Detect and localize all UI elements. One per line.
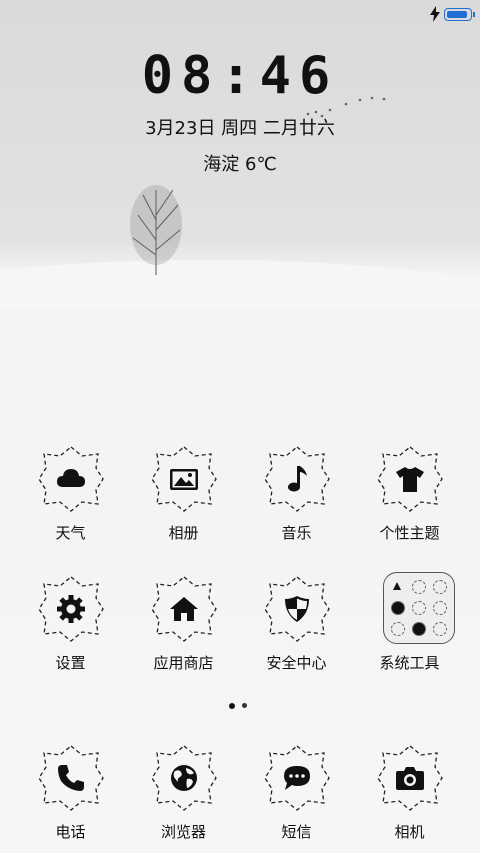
battery-icon [444, 8, 475, 21]
bolt-icon [430, 6, 440, 22]
music-note-icon [288, 466, 307, 492]
status-bar [0, 0, 480, 28]
app-store[interactable]: 应用商店 [127, 576, 240, 686]
page-indicator[interactable] [228, 703, 252, 711]
app-label: 安全中心 [266, 654, 327, 672]
app-security[interactable]: 安全中心 [240, 576, 353, 686]
tshirt-icon [396, 467, 424, 492]
app-label: 设置 [55, 654, 86, 672]
app-label: 系统工具 [379, 654, 440, 672]
page-dot[interactable] [242, 703, 247, 708]
home-icon [170, 597, 198, 621]
app-folder-system-tools[interactable]: 系统工具 [353, 572, 466, 682]
cloud-icon [57, 469, 85, 487]
app-label: 个性主题 [379, 524, 440, 542]
image-icon [170, 469, 198, 490]
clock[interactable]: 08:46 [0, 46, 480, 106]
weather-text[interactable]: 海淀 6℃ [0, 150, 480, 176]
page-dot-active[interactable] [229, 703, 235, 709]
folder-icon [383, 572, 455, 644]
shield-icon [285, 596, 309, 622]
app-label: 浏览器 [160, 823, 206, 841]
app-browser[interactable]: 浏览器 [127, 745, 240, 855]
app-gallery[interactable]: 相册 [127, 446, 240, 556]
app-settings[interactable]: 设置 [14, 576, 127, 686]
tree-illustration [130, 185, 182, 275]
wallpaper-hill [0, 259, 480, 310]
date-text: 3月23日 周四 二月廿六 [145, 118, 335, 139]
app-camera[interactable]: 相机 [353, 745, 466, 855]
globe-icon [171, 765, 197, 791]
app-music[interactable]: 音乐 [240, 446, 353, 556]
message-icon [284, 766, 310, 790]
camera-icon [396, 767, 424, 790]
app-label: 天气 [55, 524, 86, 542]
app-messages[interactable]: 短信 [240, 745, 353, 855]
app-label: 相机 [394, 823, 425, 841]
gear-icon [57, 595, 85, 623]
battery-fill [447, 11, 467, 18]
app-label: 电话 [55, 823, 86, 841]
app-label: 应用商店 [153, 654, 214, 672]
phone-icon [58, 765, 84, 791]
app-phone[interactable]: 电话 [14, 745, 127, 855]
app-label: 音乐 [281, 524, 312, 542]
app-label: 相册 [168, 524, 199, 542]
app-weather[interactable]: 天气 [14, 446, 127, 556]
app-themes[interactable]: 个性主题 [353, 446, 466, 556]
app-label: 短信 [281, 823, 312, 841]
